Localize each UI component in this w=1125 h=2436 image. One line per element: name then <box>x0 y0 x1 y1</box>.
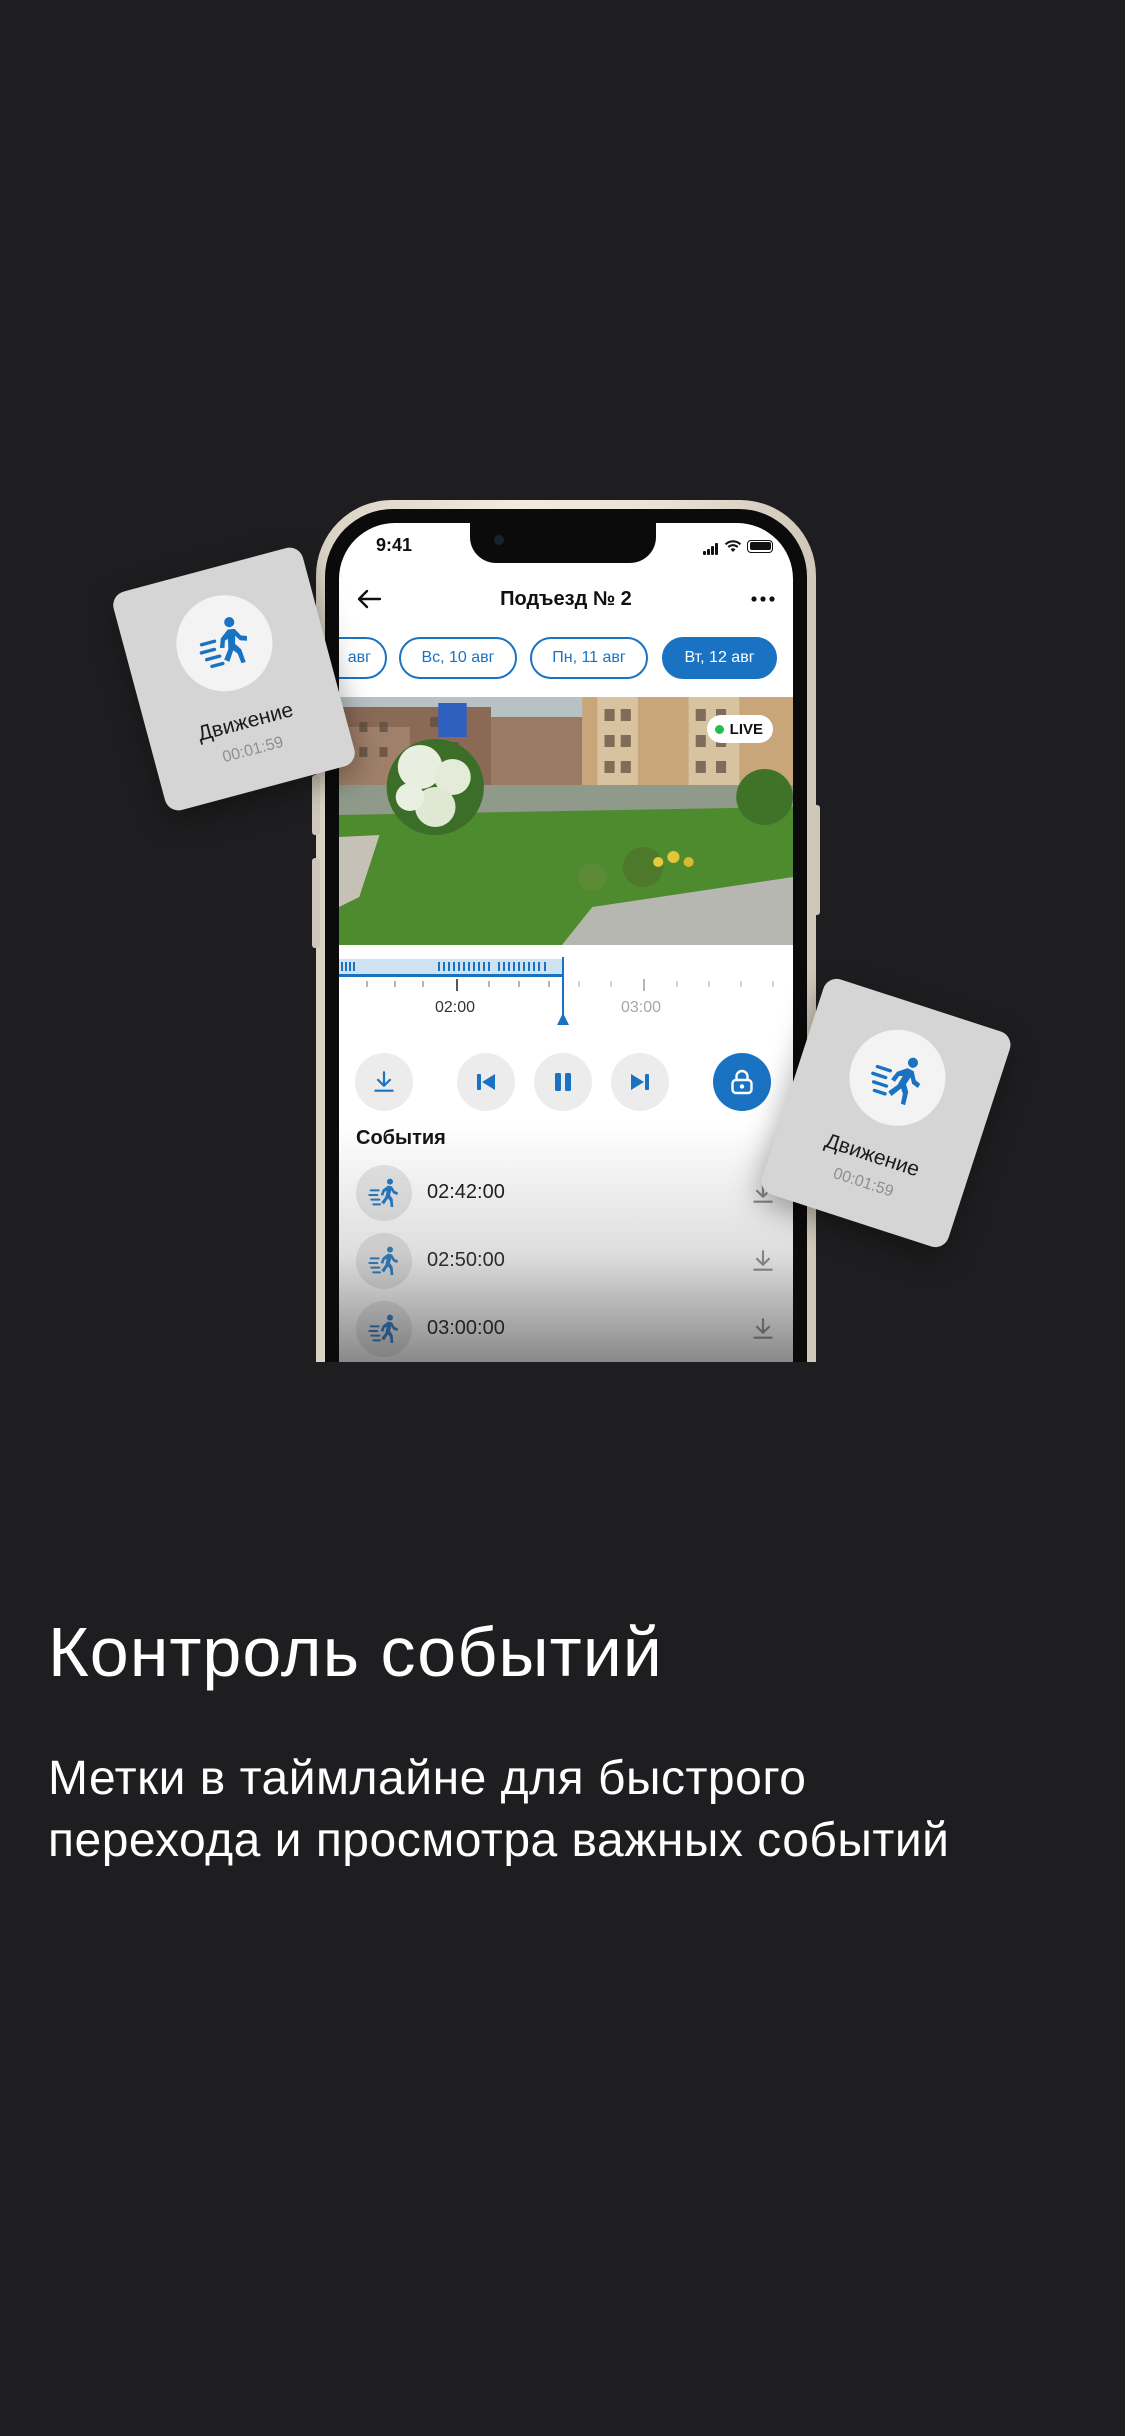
timeline-label: 02:00 <box>435 999 476 1016</box>
status-time: 9:41 <box>376 535 413 555</box>
phone-side-button <box>312 858 320 948</box>
phone-side-button <box>812 805 820 915</box>
download-button[interactable] <box>355 1053 413 1111</box>
date-chip[interactable]: авг <box>339 637 387 679</box>
event-list-item[interactable]: 03:00:00 <box>339 1299 793 1359</box>
event-icon <box>356 1301 412 1357</box>
more-horizontal-icon <box>751 596 775 602</box>
event-list-item[interactable]: 02:50:00 <box>339 1231 793 1291</box>
next-button[interactable] <box>611 1053 669 1111</box>
event-download-button[interactable] <box>747 1245 779 1277</box>
event-download-button[interactable] <box>747 1313 779 1345</box>
timeline[interactable]: 02:00 03:00 <box>339 957 793 1047</box>
nav-header: Подъезд № 2 <box>339 579 793 619</box>
date-chip[interactable]: Пн, 11 авг <box>530 637 648 679</box>
motion-icon <box>863 1044 931 1112</box>
motion-icon <box>368 1313 400 1345</box>
page-title: Подъезд № 2 <box>500 588 632 610</box>
promo-subtitle-line: Метки в таймлайне для быстрого <box>48 1752 807 1805</box>
playback-controls <box>339 1053 793 1115</box>
pause-icon <box>555 1073 571 1091</box>
status-icons <box>703 537 773 555</box>
skip-next-icon <box>631 1074 649 1090</box>
event-icon <box>356 1165 412 1221</box>
timeline-label: 03:00 <box>621 999 662 1016</box>
promo-subtitle-line: перехода и просмотра важных событий <box>48 1814 950 1867</box>
event-time: 02:50:00 <box>427 1249 505 1271</box>
more-button[interactable] <box>743 579 783 619</box>
download-icon <box>750 1316 776 1342</box>
live-label: LIVE <box>729 720 763 738</box>
timeline-playhead[interactable] <box>555 957 571 1027</box>
download-icon <box>750 1248 776 1274</box>
open-door-button[interactable] <box>713 1053 771 1111</box>
card-icon-circle <box>165 584 284 703</box>
motion-icon <box>191 610 257 676</box>
phone-notch <box>470 523 656 563</box>
event-time: 02:42:00 <box>427 1181 505 1203</box>
phone-side-button <box>312 775 320 835</box>
phone-bezel: 9:41 Подъезд № 2 авг Вс, 10 авг Пн, 11 а… <box>325 509 807 1362</box>
battery-icon <box>747 539 773 553</box>
promo-subtitle: Метки в таймлайне для быстрого перехода … <box>48 1748 1088 1872</box>
previous-button[interactable] <box>457 1053 515 1111</box>
motion-icon <box>368 1245 400 1277</box>
camera-video-feed[interactable]: LIVE <box>339 697 793 945</box>
card-icon-circle <box>836 1017 958 1139</box>
live-indicator-dot <box>714 724 724 734</box>
lock-icon <box>731 1069 753 1095</box>
motion-icon <box>368 1177 400 1209</box>
wifi-icon <box>724 539 742 552</box>
events-section-title: События <box>356 1127 446 1149</box>
live-badge[interactable]: LIVE <box>706 715 773 743</box>
download-icon <box>371 1069 397 1095</box>
event-icon <box>356 1233 412 1289</box>
event-time: 03:00:00 <box>427 1317 505 1339</box>
phone-mockup: 9:41 Подъезд № 2 авг Вс, 10 авг Пн, 11 а… <box>316 500 816 1362</box>
event-list-item[interactable]: 02:42:00 <box>339 1163 793 1223</box>
pause-button[interactable] <box>534 1053 592 1111</box>
date-chip-selected[interactable]: Вт, 12 авг <box>662 637 777 679</box>
signal-icon <box>703 537 719 555</box>
app-screen: 9:41 Подъезд № 2 авг Вс, 10 авг Пн, 11 а… <box>339 523 793 1362</box>
promo-headline: Контроль событий <box>48 1613 663 1691</box>
date-chip-scroller: авг Вс, 10 авг Пн, 11 авг Вт, 12 авг <box>339 637 793 679</box>
skip-previous-icon <box>477 1074 495 1090</box>
date-chip[interactable]: Вс, 10 авг <box>399 637 517 679</box>
